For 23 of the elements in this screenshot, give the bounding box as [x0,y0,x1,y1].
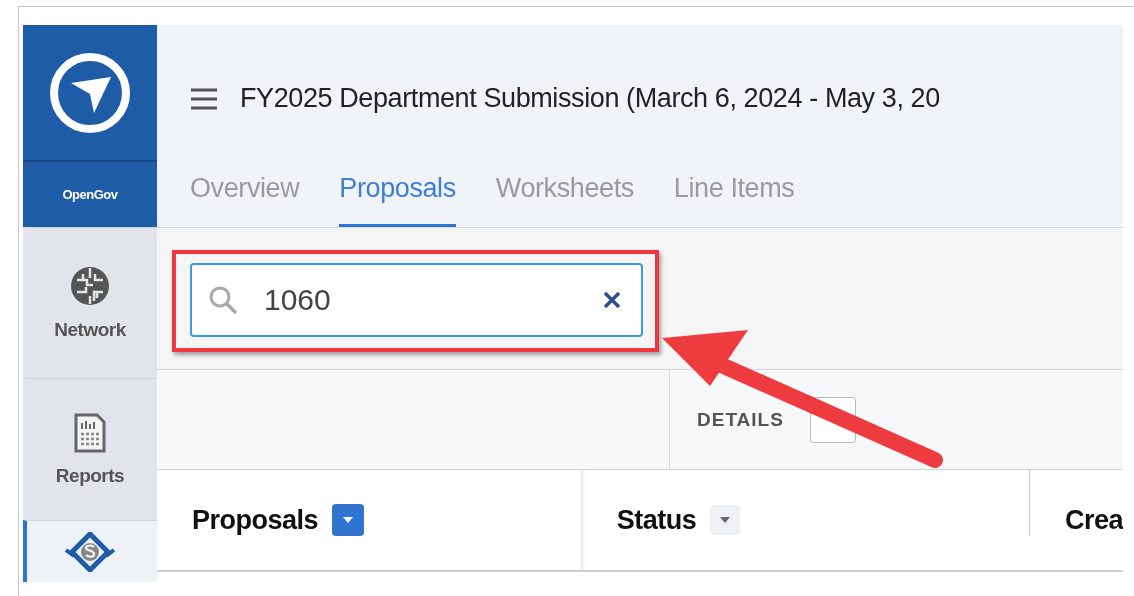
sidebar-item[interactable] [23,520,157,582]
brand-name: OpenGov [62,187,118,202]
tab[interactable]: Worksheets [495,173,634,227]
search-icon [208,285,238,315]
search-field[interactable]: 1060 [190,263,643,337]
column-header: Status [616,504,697,536]
close-icon[interactable] [603,291,621,309]
report-document-icon [74,412,106,453]
column-header: Proposals [192,504,319,536]
page-title: FY2025 Department Submission (March 6, 2024 - May 3, 20 [240,83,940,114]
details-label: DETAILS [697,408,784,431]
tab[interactable]: Overview [190,173,300,227]
menu-icon[interactable] [190,86,218,111]
app-logo[interactable] [23,25,157,160]
column-header: Crea [1064,504,1123,536]
caret-icon [719,516,732,524]
tab[interactable]: Line Items [673,173,795,227]
diamond-dollar-icon [64,531,116,572]
globe-icon [69,265,111,307]
dropdown-button[interactable] [710,505,741,535]
caret-icon [342,516,355,524]
dropdown-button[interactable] [332,504,365,536]
logo-icon [49,51,131,134]
